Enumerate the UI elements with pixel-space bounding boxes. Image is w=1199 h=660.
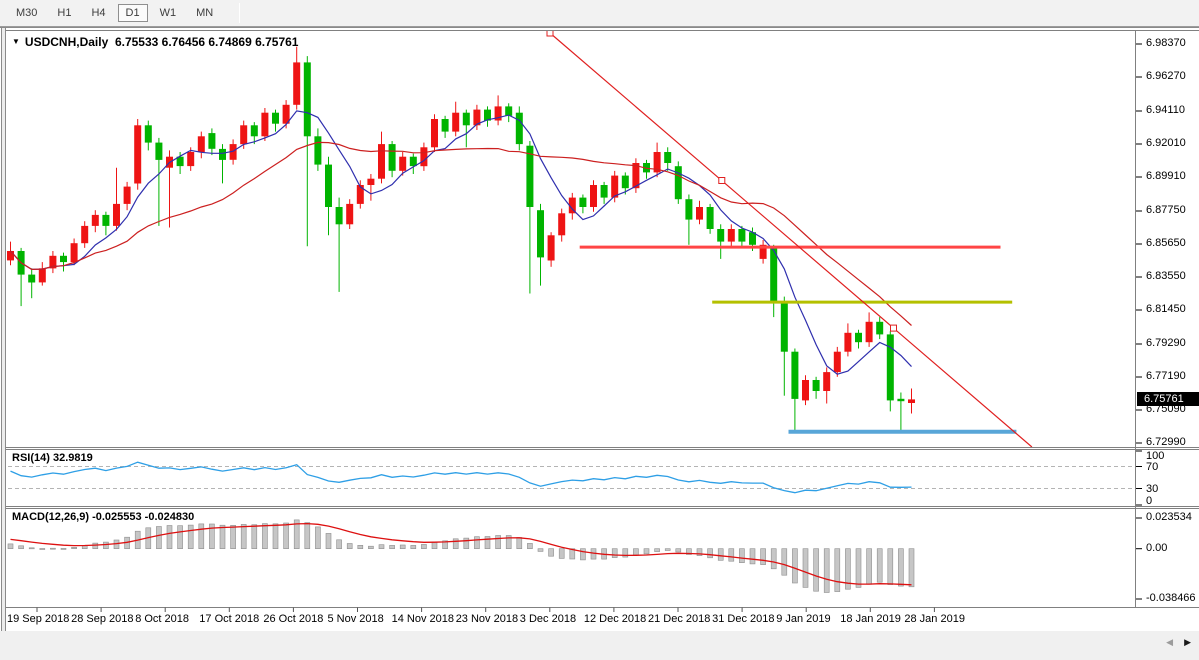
timeframe-button-h4[interactable]: H4 — [83, 4, 113, 22]
date-axis-label: 14 Nov 2018 — [392, 613, 454, 625]
date-axis-label: 5 Nov 2018 — [328, 613, 384, 625]
window-left-frame — [1, 28, 6, 631]
tabs-scroll-left-icon[interactable]: ◀ — [1166, 637, 1173, 648]
price-tick-label: 6.79290 — [1146, 337, 1186, 349]
date-axis-label: 31 Dec 2018 — [712, 613, 774, 625]
date-axis-label: 28 Jan 2019 — [904, 613, 965, 625]
date-axis-label: 18 Jan 2019 — [840, 613, 901, 625]
tabs-scroll-right-icon[interactable]: ▶ — [1184, 637, 1191, 648]
price-tick-label: 6.85650 — [1146, 237, 1186, 249]
date-axis-label: 12 Dec 2018 — [584, 613, 646, 625]
macd-tick-label: 0.023534 — [1146, 511, 1192, 523]
collapse-triangle-icon: ▼ — [12, 37, 20, 46]
price-tick-label: 6.96270 — [1146, 70, 1186, 82]
chart-ohlc-values: 6.75533 6.76456 6.74869 6.75761 — [115, 35, 299, 49]
date-axis-label: 8 Oct 2018 — [135, 613, 189, 625]
rsi-indicator-label: RSI(14) 32.9819 — [12, 452, 93, 464]
price-tick-label: 6.89910 — [1146, 170, 1186, 182]
macd-tick-label: 0.00 — [1146, 542, 1167, 554]
timeframe-toolbar: M30H1H4 D1W1MN — [0, 0, 1199, 27]
rsi-tick-label: 0 — [1146, 495, 1152, 507]
macd-tick-label: -0.038466 — [1146, 592, 1196, 604]
price-tick-label: 6.94110 — [1146, 104, 1185, 116]
chart-window-background — [0, 28, 1199, 631]
price-tick-label: 6.77190 — [1146, 370, 1186, 382]
date-axis-label: 21 Dec 2018 — [648, 613, 710, 625]
chart-symbol-period: USDCNH,Daily — [25, 35, 108, 49]
timeframe-button-mn[interactable]: MN — [188, 4, 221, 22]
timeframe-button-m30[interactable]: M30 — [8, 4, 45, 22]
toolbar-separator — [239, 3, 240, 23]
rsi-tick-label: 70 — [1146, 461, 1158, 473]
rsi-tick-label: 30 — [1146, 483, 1158, 495]
macd-indicator-label: MACD(12,26,9) -0.025553 -0.024830 — [12, 511, 194, 523]
date-axis-label: 26 Oct 2018 — [263, 613, 323, 625]
date-axis-label: 23 Nov 2018 — [456, 613, 518, 625]
price-tick-label: 6.72990 — [1146, 436, 1186, 448]
chart-title: ▼ USDCNH,Daily 6.75533 6.76456 6.74869 6.… — [12, 35, 298, 49]
timeframe-button-w1[interactable]: W1 — [152, 4, 185, 22]
price-tick-label: 6.81450 — [1146, 303, 1186, 315]
price-tick-label: 6.87750 — [1146, 204, 1186, 216]
price-tick-label: 6.92010 — [1146, 137, 1186, 149]
date-axis-label: 17 Oct 2018 — [199, 613, 259, 625]
price-tick-label: 6.83550 — [1146, 270, 1186, 282]
current-price-label: 6.75761 — [1137, 392, 1199, 406]
date-axis-label: 9 Jan 2019 — [776, 613, 830, 625]
timeframe-button-d1[interactable]: D1 — [118, 4, 148, 22]
date-axis-label: 19 Sep 2018 — [7, 613, 69, 625]
date-axis-label: 3 Dec 2018 — [520, 613, 576, 625]
timeframe-button-h1[interactable]: H1 — [49, 4, 79, 22]
price-tick-label: 6.98370 — [1146, 37, 1186, 49]
date-axis-label: 28 Sep 2018 — [71, 613, 133, 625]
